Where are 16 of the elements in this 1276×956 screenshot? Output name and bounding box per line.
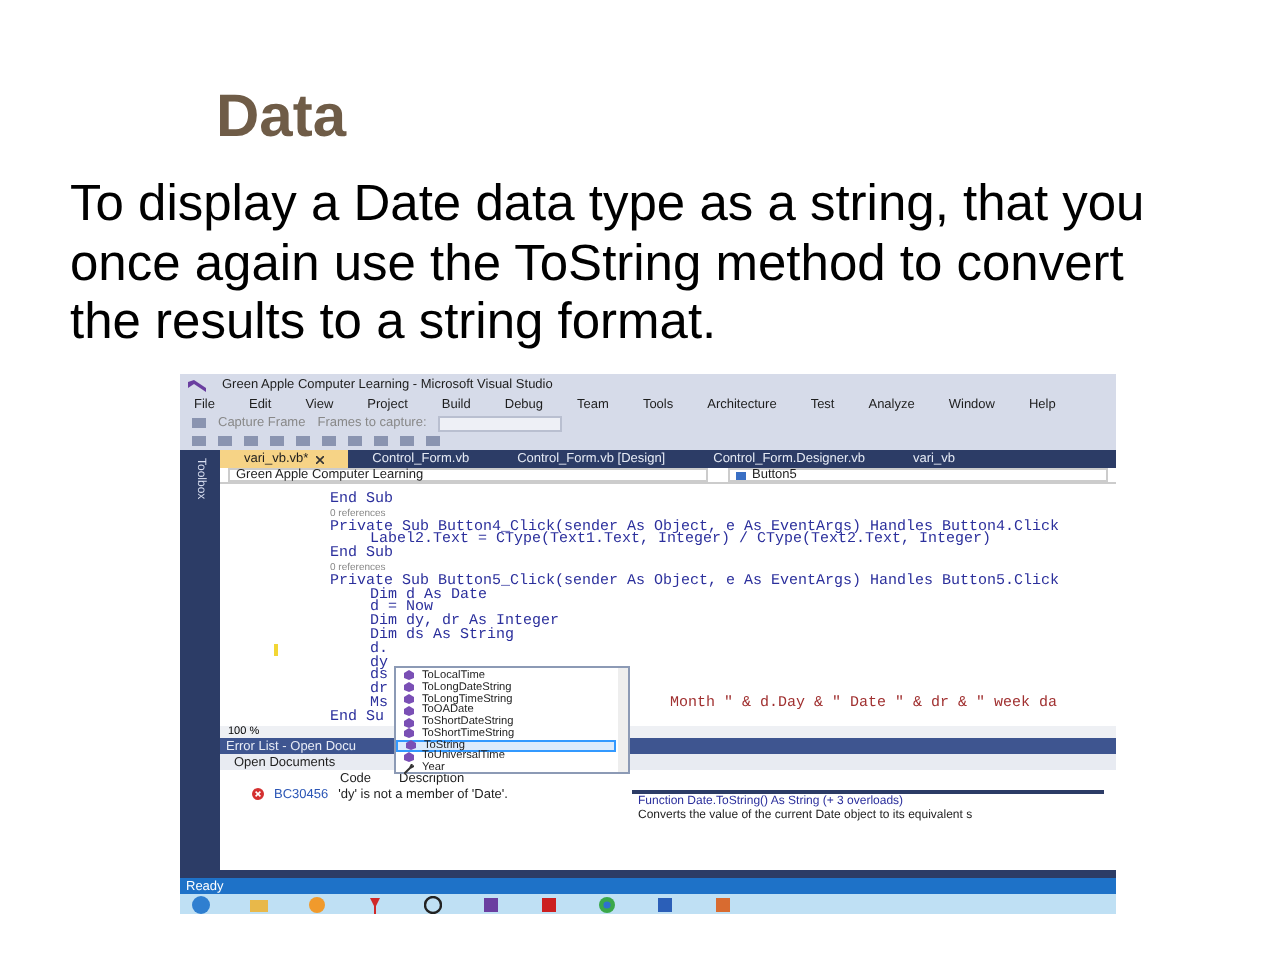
word-processor-icon[interactable] (656, 895, 674, 913)
media-player-icon[interactable] (308, 895, 326, 913)
start-orb-icon[interactable] (192, 895, 210, 913)
method-icon (736, 471, 746, 479)
document-icon[interactable] (540, 895, 558, 913)
app-icon[interactable] (482, 895, 500, 913)
wrench-icon (404, 763, 414, 774)
slide-body-text: To display a Date data type as a string, that you once again use the ToString method to convert the results to a string format. (70, 176, 1147, 353)
slide-title: Data (216, 82, 347, 154)
frames-field[interactable] (438, 415, 563, 431)
presentation-icon[interactable] (714, 895, 732, 913)
error-icon (252, 788, 264, 800)
scrollbar[interactable] (618, 668, 628, 772)
folder-icon[interactable] (250, 895, 268, 913)
close-icon (316, 455, 325, 463)
browser-icon[interactable] (598, 895, 616, 913)
